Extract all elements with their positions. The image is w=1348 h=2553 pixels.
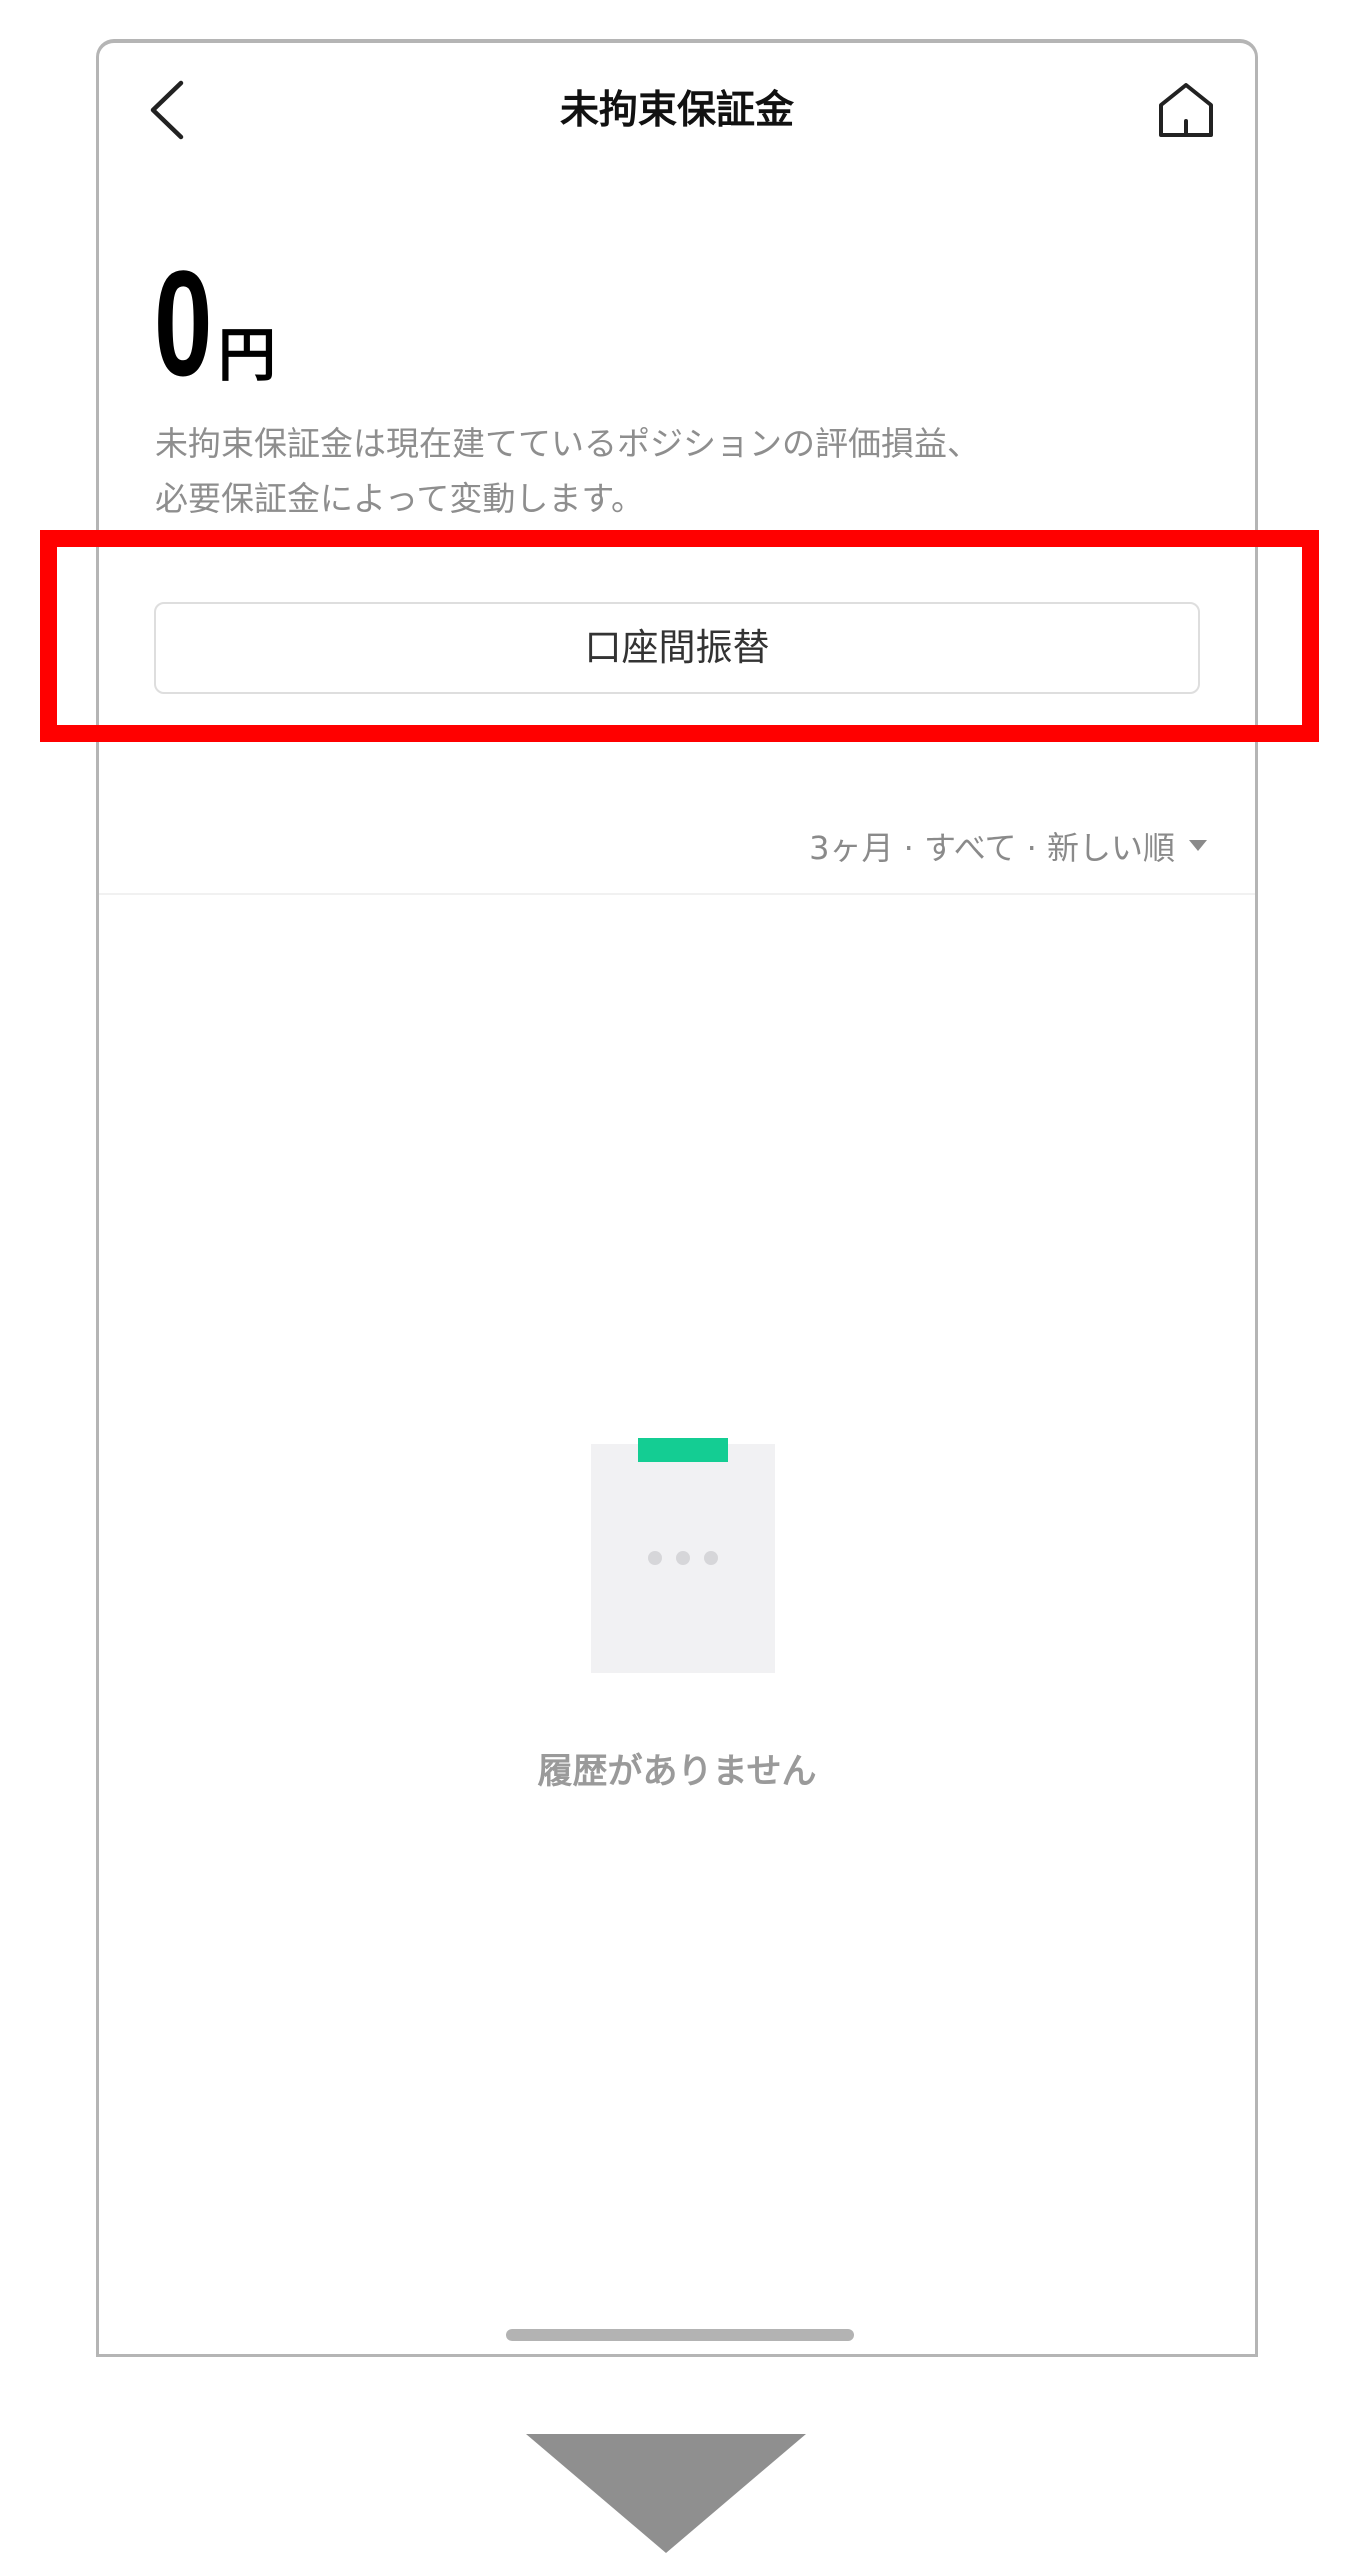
app-header: 未拘束保証金 xyxy=(99,43,1255,173)
description-line-1: 未拘束保証金は現在建てているポジションの評価損益、 xyxy=(155,424,980,463)
home-indicator[interactable] xyxy=(506,2329,854,2341)
history-filter-label: 3ヶ月 · すべて · 新しい順 xyxy=(809,829,1175,867)
balance-value: 0 xyxy=(154,239,212,407)
empty-document-icon xyxy=(591,1438,775,1673)
description-line-2: 必要保証金によって変動します。 xyxy=(155,479,645,518)
divider xyxy=(99,893,1255,895)
phone-screen: 未拘束保証金 0 円 未拘束保証金は現在建てているポジションの評価損益、 必要保… xyxy=(96,39,1258,2357)
empty-state-message: 履歴がありません xyxy=(537,1752,817,1792)
page-title: 未拘束保証金 xyxy=(559,88,794,133)
balance-description: 未拘束保証金は現在建てているポジションの評価損益、 必要保証金によって変動します… xyxy=(155,416,1215,526)
balance-amount: 0 円 xyxy=(154,239,276,407)
home-icon xyxy=(1159,83,1213,137)
history-filter[interactable]: 3ヶ月 · すべて · 新しい順 xyxy=(809,823,1207,869)
highlight-box xyxy=(40,530,1319,742)
down-arrow-icon xyxy=(526,2434,806,2553)
home-button[interactable] xyxy=(1153,77,1219,143)
caret-down-icon xyxy=(1189,840,1207,851)
balance-unit: 円 xyxy=(218,321,277,389)
